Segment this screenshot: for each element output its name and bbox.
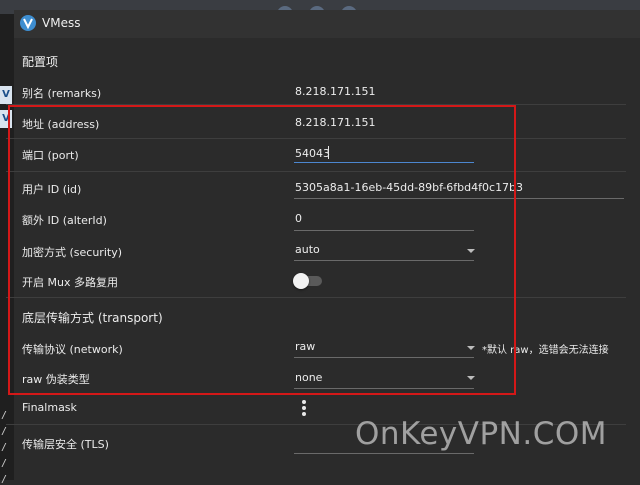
watermark-text: OnKeyVPN.COM xyxy=(355,416,607,452)
remarks-input[interactable]: 8.218.171.151 xyxy=(295,85,375,98)
window-title: VMess xyxy=(42,16,81,30)
more-vert-icon[interactable] xyxy=(301,400,307,416)
v2ray-app-icon xyxy=(20,15,36,31)
background-text: / xyxy=(1,426,8,437)
highlight-box xyxy=(8,105,516,395)
background-logo-icon: V xyxy=(0,86,12,104)
tls-underline xyxy=(294,453,474,454)
finalmask-label: Finalmask xyxy=(22,401,77,414)
tls-label: 传输层安全 (TLS) xyxy=(22,438,109,451)
background-text: / xyxy=(1,442,8,453)
remarks-label: 别名 (remarks) xyxy=(22,87,102,100)
background-text: / xyxy=(1,410,8,421)
title-bar[interactable]: VMess xyxy=(14,10,640,38)
section-config-title: 配置项 xyxy=(22,55,59,69)
background-text: / xyxy=(1,458,8,469)
